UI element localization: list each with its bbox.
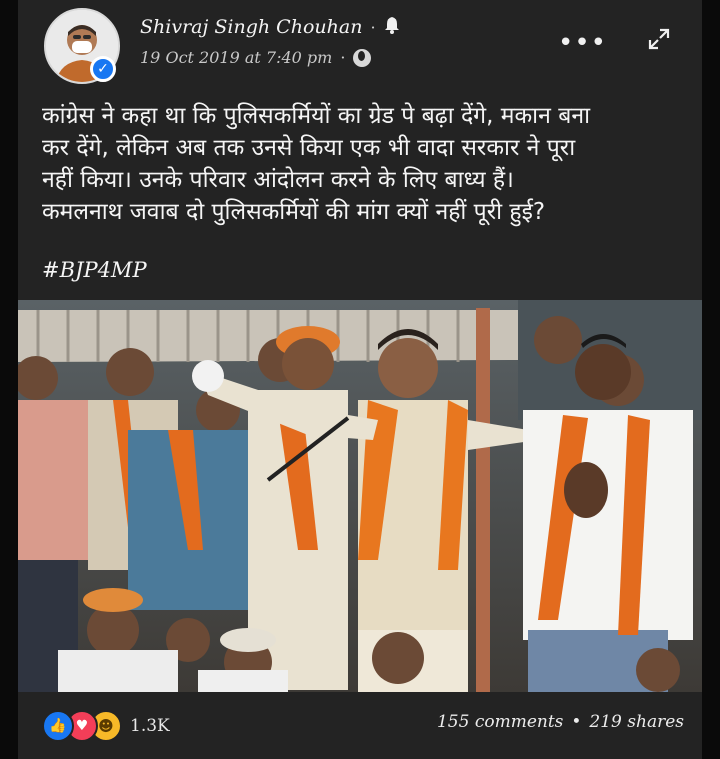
- engagement-stats: 155 comments • 219 shares: [437, 712, 684, 732]
- verified-badge-icon: ✓: [90, 56, 116, 82]
- post-text: कांग्रेस ने कहा था कि पुलिसकर्मियों का ग…: [42, 103, 591, 225]
- stats-separator: •: [571, 712, 582, 732]
- post-card: ✓ Shivraj Singh Chouhan · 19 Oct 2019 at…: [18, 0, 702, 759]
- bell-icon[interactable]: [384, 16, 400, 38]
- shares-link[interactable]: 219 shares: [589, 712, 684, 732]
- meta-separator: ·: [340, 48, 346, 67]
- globe-icon: [353, 48, 372, 67]
- post-meta: 19 Oct 2019 at 7:40 pm ·: [140, 48, 372, 67]
- post-header: ✓ Shivraj Singh Chouhan · 19 Oct 2019 at…: [18, 0, 702, 96]
- name-separator: ·: [370, 17, 376, 37]
- reaction-count: 1.3K: [130, 716, 170, 736]
- post-photo[interactable]: [18, 300, 702, 692]
- author-row: Shivraj Singh Chouhan ·: [140, 16, 400, 38]
- like-icon: 👍: [42, 710, 74, 742]
- post-timestamp[interactable]: 19 Oct 2019 at 7:40 pm: [140, 48, 332, 67]
- author-name[interactable]: Shivraj Singh Chouhan: [140, 16, 362, 38]
- expand-icon[interactable]: [646, 26, 672, 57]
- reactions-summary[interactable]: 👍 ♥ ☻ 1.3K: [42, 710, 170, 742]
- comments-link[interactable]: 155 comments: [437, 712, 563, 732]
- frame-right: [702, 0, 720, 759]
- rally-photo-image: [18, 300, 702, 692]
- post-footer: 👍 ♥ ☻ 1.3K 155 comments • 219 shares: [18, 692, 702, 759]
- more-options-button[interactable]: •••: [558, 28, 607, 58]
- frame-left: [0, 0, 18, 759]
- hashtag-link[interactable]: #BJP4MP: [42, 258, 147, 282]
